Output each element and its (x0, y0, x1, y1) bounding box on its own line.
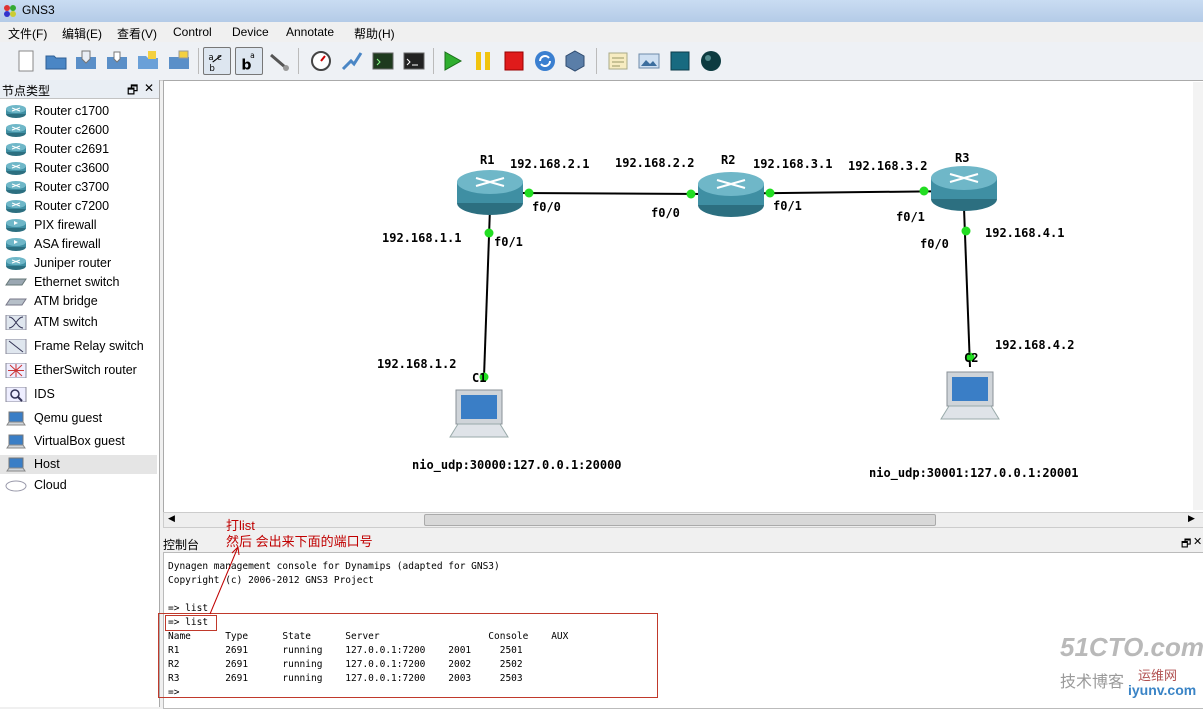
watermark: 51CTO.com 技术博客 运维网 iyunv.com (1060, 630, 1203, 700)
watermark-sub: 技术博客 (1060, 674, 1125, 691)
annotation-arrow (209, 546, 240, 615)
watermark-site: iyunv.com (1128, 682, 1197, 698)
watermark-brand: 51CTO.com (1060, 632, 1203, 662)
